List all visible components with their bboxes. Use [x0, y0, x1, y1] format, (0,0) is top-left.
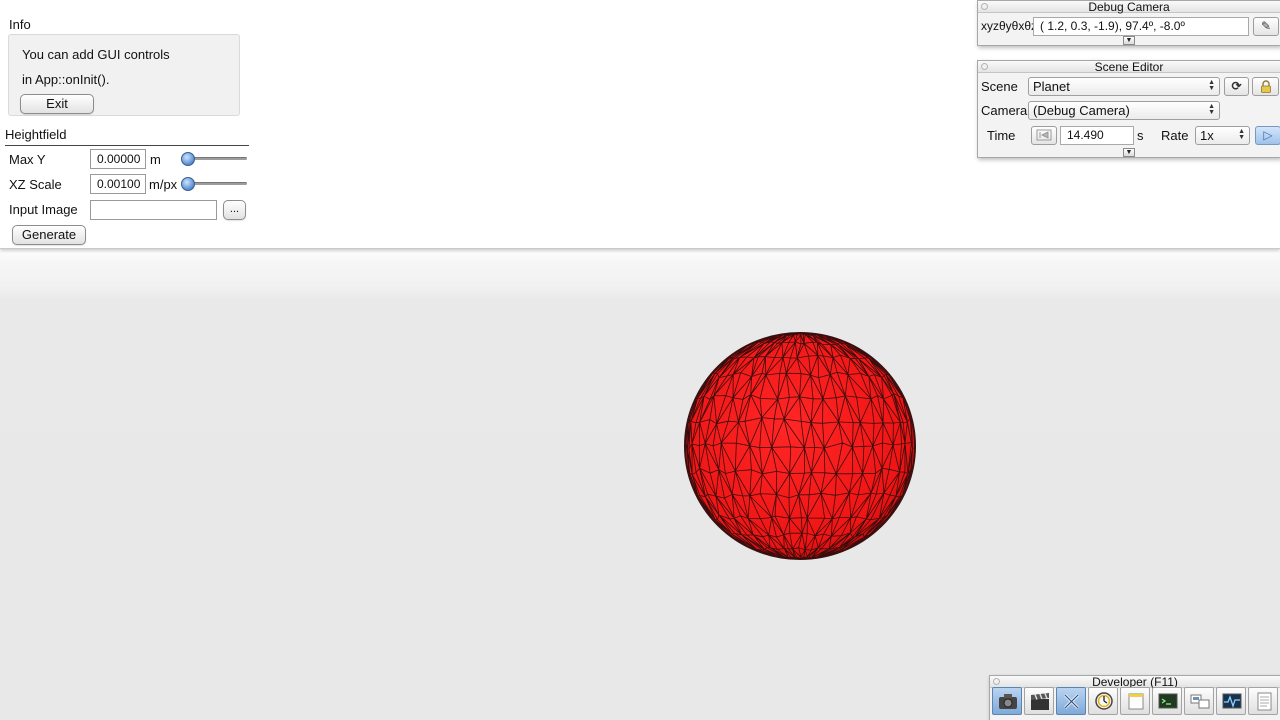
camera-dropdown[interactable]: (Debug Camera) ▲ ▼: [1028, 101, 1220, 120]
section-divider: [5, 145, 249, 146]
time-label: Time: [987, 128, 1016, 143]
scene-label: Scene: [981, 79, 1018, 94]
movie-tool-button[interactable]: [1024, 687, 1054, 715]
input-image-field[interactable]: [90, 200, 217, 220]
window-icon: [1128, 693, 1144, 710]
lock-scene-button[interactable]: [1252, 77, 1279, 96]
scene-dropdown[interactable]: Planet ▲ ▼: [1028, 77, 1220, 96]
rate-label: Rate: [1161, 128, 1189, 143]
time-field[interactable]: 14.490: [1060, 126, 1134, 145]
updown-arrow-icon: ▲ ▼: [1238, 128, 1245, 141]
network-icon: [1190, 694, 1210, 709]
rate-dropdown[interactable]: 1x ▲ ▼: [1195, 126, 1250, 145]
max-y-slider-thumb[interactable]: [181, 152, 195, 166]
camera-coords-label: xyzθyθxθz: [981, 19, 1038, 33]
updown-arrow-icon: ▲ ▼: [1208, 103, 1215, 116]
info-section-title: Info: [9, 17, 31, 32]
exit-button[interactable]: Exit: [20, 94, 94, 114]
scene-editor-title[interactable]: Scene Editor: [978, 61, 1280, 73]
xz-scale-field[interactable]: 0.00100: [90, 174, 146, 194]
clapperboard-icon: [1031, 693, 1049, 710]
clock-button[interactable]: [1088, 687, 1118, 715]
rate-value: 1x: [1200, 128, 1214, 143]
chevron-down-icon[interactable]: ▼: [1123, 148, 1135, 157]
debug-camera-title[interactable]: Debug Camera: [978, 1, 1280, 13]
reload-scene-button[interactable]: ⟳: [1224, 77, 1249, 96]
camera-coords-field[interactable]: ( 1.2, 0.3, -1.9), 97.4º, -8.0º: [1033, 17, 1249, 36]
info-text-line-1: You can add GUI controls: [22, 47, 170, 62]
clock-icon: [1095, 692, 1113, 710]
max-y-field[interactable]: 0.00000: [90, 149, 146, 169]
input-image-label: Input Image: [9, 202, 78, 217]
pencil-icon: ✎: [1260, 19, 1272, 33]
docs-button[interactable]: [1248, 687, 1278, 715]
rewind-button[interactable]: [1031, 126, 1057, 145]
reload-icon: ⟳: [1231, 79, 1242, 93]
time-unit: s: [1137, 128, 1144, 143]
tools-icon: [1063, 693, 1080, 710]
document-icon: [1257, 692, 1272, 711]
camera-tool-button[interactable]: [992, 687, 1022, 715]
scene-value: Planet: [1033, 79, 1070, 94]
debug-camera-window: Debug Camera xyzθyθxθz ( 1.2, 0.3, -1.9)…: [977, 0, 1280, 46]
scene-editor-window: Scene Editor Scene Planet ▲ ▼ ⟳ Camera (D…: [977, 60, 1280, 158]
heightfield-section-title: Heightfield: [5, 127, 67, 142]
profiler-icon: [1222, 693, 1242, 709]
max-y-label: Max Y: [9, 152, 46, 167]
info-text-line-2: in App::onInit().: [22, 72, 110, 87]
close-icon[interactable]: [981, 63, 988, 70]
close-icon[interactable]: [981, 3, 988, 10]
play-button[interactable]: ▷: [1255, 126, 1280, 145]
updown-arrow-icon: ▲ ▼: [1208, 79, 1215, 92]
camera-value: (Debug Camera): [1033, 103, 1130, 118]
play-icon: ▷: [1263, 128, 1273, 142]
terminal-icon: [1158, 693, 1178, 709]
console-button[interactable]: [1152, 687, 1182, 715]
profiler-button[interactable]: [1216, 687, 1246, 715]
close-icon[interactable]: [993, 678, 1000, 685]
max-y-unit: m: [150, 152, 161, 167]
xz-scale-unit: m/px: [149, 177, 178, 192]
tools-button[interactable]: [1056, 687, 1086, 715]
browse-image-button[interactable]: ...: [223, 200, 246, 220]
window-button[interactable]: [1120, 687, 1150, 715]
rewind-icon: [1036, 129, 1052, 141]
xz-scale-label: XZ Scale: [9, 177, 62, 192]
developer-toolbar: Developer (F11): [989, 675, 1280, 720]
generate-button[interactable]: Generate: [12, 225, 86, 245]
xz-scale-slider-thumb[interactable]: [181, 177, 195, 191]
camera-icon: [999, 694, 1017, 709]
scene-graph-button[interactable]: [1184, 687, 1214, 715]
lock-icon: [1260, 80, 1271, 93]
chevron-down-icon[interactable]: ▼: [1123, 36, 1135, 45]
copy-camera-button[interactable]: ✎: [1253, 17, 1279, 36]
camera-label: Camera: [981, 103, 1028, 118]
